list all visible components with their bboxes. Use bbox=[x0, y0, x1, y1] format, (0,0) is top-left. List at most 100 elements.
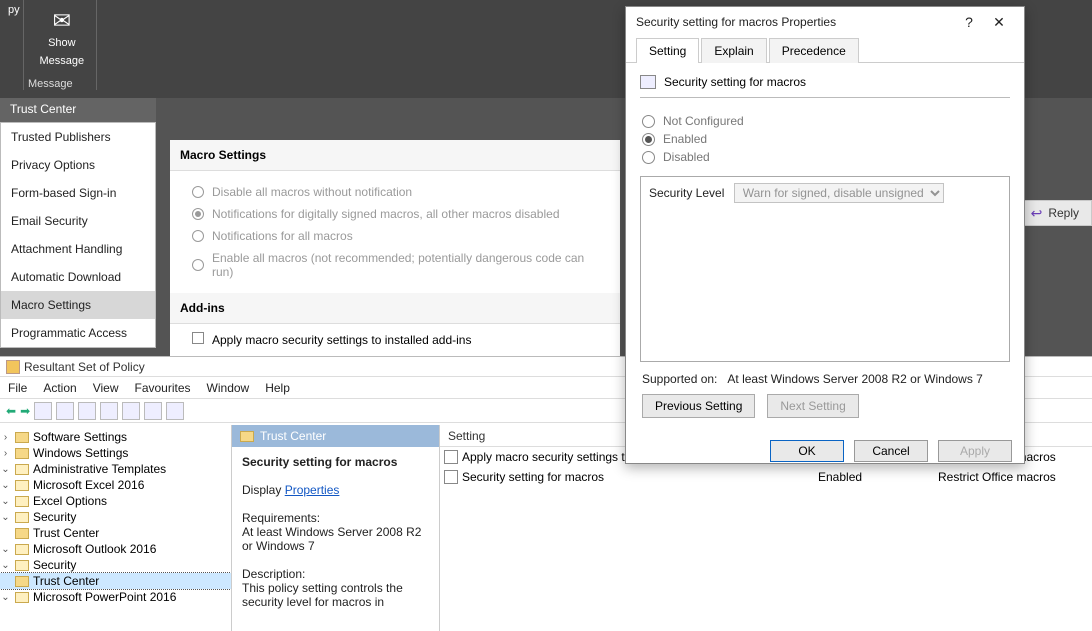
expand-icon[interactable]: ⌄ bbox=[0, 592, 11, 603]
macro-opt-signed: Notifications for digitally signed macro… bbox=[192, 203, 598, 225]
folder-icon bbox=[15, 560, 29, 571]
tree-node[interactable]: ›Software Settings bbox=[0, 429, 231, 445]
ribbon-group-caption: Message bbox=[28, 78, 73, 90]
expand-icon[interactable]: ⌄ bbox=[0, 464, 11, 475]
rsop-tree[interactable]: ›Software Settings›Windows Settings⌄Admi… bbox=[0, 425, 232, 631]
next-setting-button[interactable]: Next Setting bbox=[767, 394, 858, 418]
desc-policy-name: Security setting for macros bbox=[242, 455, 397, 469]
tree-label: Trust Center bbox=[33, 574, 99, 588]
properties-link[interactable]: Properties bbox=[285, 483, 340, 497]
tree-label: Microsoft PowerPoint 2016 bbox=[33, 590, 176, 604]
nav-attachment[interactable]: Attachment Handling bbox=[1, 235, 155, 263]
tab-precedence[interactable]: Precedence bbox=[769, 38, 859, 63]
folder-icon bbox=[15, 544, 29, 555]
addins-heading: Add-ins bbox=[170, 293, 620, 324]
toolbar-button[interactable] bbox=[166, 402, 184, 420]
folder-icon bbox=[15, 448, 29, 459]
toolbar-button[interactable] bbox=[144, 402, 162, 420]
rsop-app-icon bbox=[6, 360, 20, 374]
tree-node[interactable]: ⌄Security bbox=[0, 509, 231, 525]
tree-node[interactable]: ⌄ Microsoft PowerPoint 2016 bbox=[0, 589, 231, 605]
menu-file[interactable]: File bbox=[8, 381, 27, 395]
toolbar-button[interactable] bbox=[122, 402, 140, 420]
menu-help[interactable]: Help bbox=[265, 381, 290, 395]
help-button[interactable]: ? bbox=[954, 14, 984, 30]
desc-req-text: At least Windows Server 2008 R2 or Windo… bbox=[242, 525, 421, 553]
tree-label: Microsoft Outlook 2016 bbox=[33, 542, 156, 556]
dialog-title-text: Security setting for macros Properties bbox=[636, 15, 836, 29]
policy-icon bbox=[444, 450, 458, 464]
nav-trusted-publishers[interactable]: Trusted Publishers bbox=[1, 123, 155, 151]
menu-window[interactable]: Window bbox=[207, 381, 250, 395]
radio-icon bbox=[642, 115, 655, 128]
radio-label: Not Configured bbox=[663, 114, 744, 128]
toolbar-button[interactable] bbox=[34, 402, 52, 420]
tree-node[interactable]: ⌄Microsoft Excel 2016 bbox=[0, 477, 231, 493]
radio-icon bbox=[192, 230, 204, 242]
folder-icon bbox=[15, 576, 29, 587]
menu-view[interactable]: View bbox=[93, 381, 119, 395]
macro-opt-label: Enable all macros (not recommended; pote… bbox=[212, 251, 598, 279]
expand-icon[interactable]: › bbox=[0, 432, 11, 443]
addins-checkbox-label: Apply macro security settings to install… bbox=[212, 333, 471, 347]
trust-center-nav: Trusted Publishers Privacy Options Form-… bbox=[0, 122, 156, 348]
tree-node[interactable]: ⌄ Security bbox=[0, 557, 231, 573]
nav-privacy-options[interactable]: Privacy Options bbox=[1, 151, 155, 179]
radio-enabled[interactable]: Enabled bbox=[642, 130, 1008, 148]
ok-button[interactable]: OK bbox=[770, 440, 844, 462]
expand-icon[interactable]: ⌄ bbox=[0, 512, 11, 523]
macro-opt-all-notify: Notifications for all macros bbox=[192, 225, 598, 247]
nav-auto-download[interactable]: Automatic Download bbox=[1, 263, 155, 291]
toolbar-button[interactable] bbox=[100, 402, 118, 420]
security-level-label: Security Level bbox=[649, 186, 724, 200]
reply-arrow-icon: ↩ bbox=[1031, 205, 1043, 222]
nav-programmatic[interactable]: Programmatic Access bbox=[1, 319, 155, 347]
dialog-options-box: Security Level Warn for signed, disable … bbox=[640, 176, 1010, 362]
tab-explain[interactable]: Explain bbox=[701, 38, 766, 63]
security-level-select[interactable]: Warn for signed, disable unsigned bbox=[734, 183, 944, 203]
tab-setting[interactable]: Setting bbox=[636, 38, 699, 63]
cell-state: Enabled bbox=[818, 470, 938, 484]
expand-icon[interactable]: ⌄ bbox=[0, 496, 11, 507]
desc-display-label: Display bbox=[242, 483, 281, 497]
menu-action[interactable]: Action bbox=[43, 381, 76, 395]
supported-on-label: Supported on: bbox=[642, 372, 717, 386]
dialog-tabs: Setting Explain Precedence bbox=[626, 37, 1024, 63]
tree-node[interactable]: Trust Center bbox=[0, 573, 231, 589]
copy-label: py bbox=[8, 4, 15, 16]
tree-node[interactable]: ⌄Excel Options bbox=[0, 493, 231, 509]
nav-email-security[interactable]: Email Security bbox=[1, 207, 155, 235]
supported-on-value: At least Windows Server 2008 R2 or Windo… bbox=[727, 372, 982, 386]
tree-label: Trust Center bbox=[33, 526, 99, 540]
rsop-description-pane: Trust Center Security setting for macros… bbox=[232, 425, 440, 631]
reply-button[interactable]: ↩ Reply bbox=[1018, 200, 1092, 226]
tree-node[interactable]: Trust Center bbox=[0, 525, 231, 541]
policy-name: Security setting for macros bbox=[664, 75, 806, 89]
tree-node[interactable]: ›Windows Settings bbox=[0, 445, 231, 461]
ribbon-copy-group[interactable]: py bbox=[0, 0, 24, 90]
tree-label: Security bbox=[33, 558, 76, 572]
desc-header: Trust Center bbox=[232, 425, 439, 447]
toolbar-button[interactable] bbox=[56, 402, 74, 420]
toolbar-button[interactable] bbox=[78, 402, 96, 420]
expand-icon[interactable]: › bbox=[0, 448, 11, 459]
radio-disabled[interactable]: Disabled bbox=[642, 148, 1008, 166]
folder-icon bbox=[15, 480, 29, 491]
radio-not-configured[interactable]: Not Configured bbox=[642, 112, 1008, 130]
nav-form-signin[interactable]: Form-based Sign-in bbox=[1, 179, 155, 207]
close-button[interactable]: ✕ bbox=[984, 14, 1014, 31]
expand-icon[interactable]: ⌄ bbox=[0, 480, 11, 491]
tree-node[interactable]: ⌄ Microsoft Outlook 2016 bbox=[0, 541, 231, 557]
apply-button[interactable]: Apply bbox=[938, 440, 1012, 462]
ribbon-show-message[interactable]: ✉ Show Message bbox=[27, 0, 97, 90]
menu-fav[interactable]: Favourites bbox=[135, 381, 191, 395]
radio-icon bbox=[192, 186, 204, 198]
nav-macro-settings[interactable]: Macro Settings bbox=[1, 291, 155, 319]
previous-setting-button[interactable]: Previous Setting bbox=[642, 394, 755, 418]
cancel-button[interactable]: Cancel bbox=[854, 440, 928, 462]
desc-header-text: Trust Center bbox=[260, 429, 326, 443]
tree-node[interactable]: ⌄Administrative Templates bbox=[0, 461, 231, 477]
desc-req-label: Requirements: bbox=[242, 511, 320, 525]
expand-icon[interactable]: ⌄ bbox=[0, 544, 11, 555]
expand-icon[interactable]: ⌄ bbox=[0, 560, 11, 571]
